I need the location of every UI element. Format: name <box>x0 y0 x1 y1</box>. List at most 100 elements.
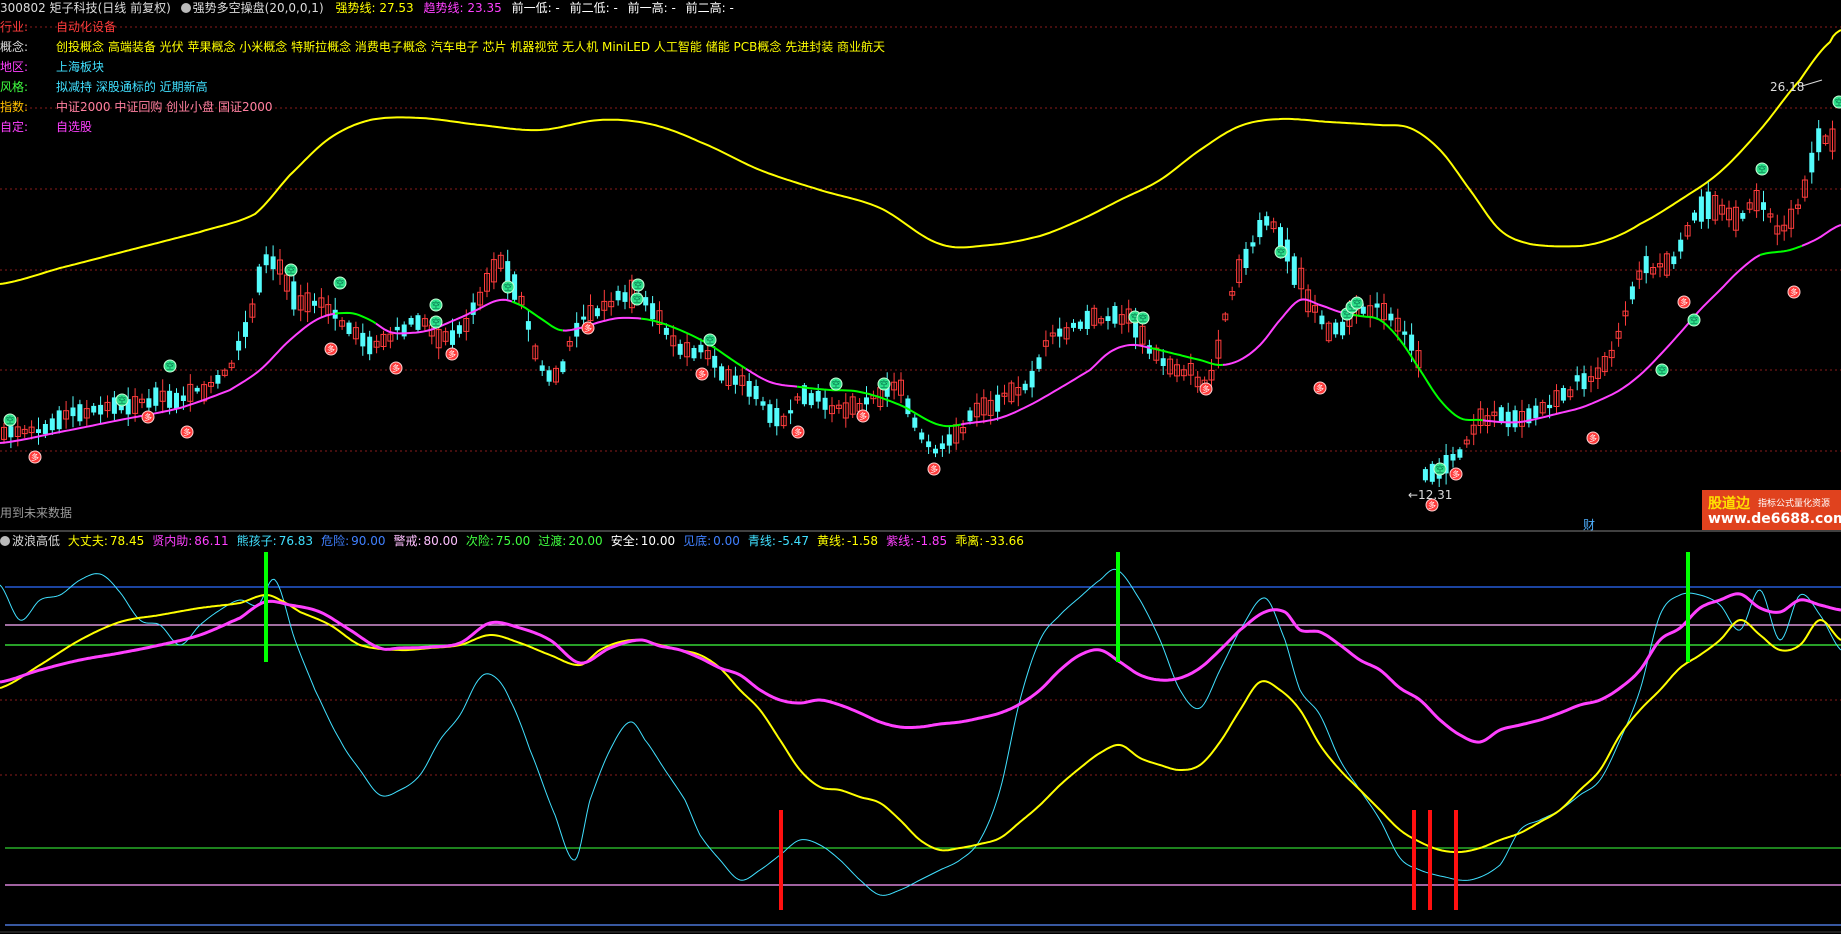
candle <box>774 398 780 436</box>
candle <box>704 343 711 366</box>
candle <box>1761 190 1766 222</box>
low-price-label: ←12.31 <box>1408 488 1452 502</box>
sell-signal-icon: 空 <box>115 393 129 407</box>
candle <box>1505 402 1511 437</box>
candle <box>1781 215 1788 241</box>
candle-body <box>698 344 704 353</box>
candle-body <box>408 318 414 325</box>
candle-body <box>394 326 400 331</box>
candle <box>794 393 801 404</box>
indicator-item: 见底: 0.00 <box>683 534 744 548</box>
candle <box>1450 446 1456 468</box>
candle <box>77 399 83 426</box>
candle <box>546 366 552 386</box>
buy-signal-glyph: 多 <box>183 427 191 437</box>
candle <box>622 284 628 310</box>
strong-line-path <box>0 29 1841 285</box>
candle-body <box>864 397 869 405</box>
candle <box>139 393 145 409</box>
sell-signal-icon: 空 <box>284 263 298 277</box>
buy-signal-icon: 多 <box>1787 285 1801 299</box>
sell-signal-glyph: 空 <box>1353 298 1361 308</box>
candle <box>788 399 794 425</box>
candle-body <box>1457 449 1463 458</box>
indicator-item-value: 80.00 <box>423 534 458 548</box>
indicator-values: 大丈夫: 78.45 贤内助: 86.11 熊孩子: 76.83 危险: 90.00 警戒: 80… <box>68 534 1032 548</box>
indicator-item: 过渡: 20.00 <box>538 534 606 548</box>
indicator-item: 黄线: -1.58 <box>817 534 882 548</box>
candle <box>780 413 787 429</box>
candle <box>1325 321 1332 343</box>
candle <box>1071 319 1076 332</box>
sell-signal-icon: 空 <box>703 333 717 347</box>
yellow-line <box>0 594 1841 854</box>
candle <box>643 290 649 312</box>
candle <box>236 331 242 361</box>
candle <box>594 305 600 319</box>
chart-canvas[interactable]: 空空空空空空空空空空空空 空空 空空空空空空空空空空多多多多多多多多多多多多 多多多多… <box>0 0 1841 934</box>
candle-body <box>215 375 221 384</box>
candle <box>1022 380 1028 394</box>
sell-signal-icon: 空 <box>429 315 443 329</box>
candle <box>1422 466 1428 483</box>
candle <box>1463 436 1470 448</box>
candle <box>1671 251 1677 269</box>
sell-signal-icon: 空 <box>333 276 347 290</box>
candle <box>1001 384 1008 405</box>
price-annotations: 26.18 ←12.31 <box>1408 79 1823 502</box>
indicator-menu-icon[interactable] <box>0 536 10 546</box>
candle <box>566 336 573 352</box>
candle-body <box>291 281 297 310</box>
candle-body <box>1036 357 1042 369</box>
candle <box>835 400 842 414</box>
candle <box>98 396 104 423</box>
candle-body <box>1816 128 1822 153</box>
sell-signal-glyph: 空 <box>336 278 344 288</box>
candle <box>1029 360 1035 398</box>
indicator-name[interactable]: 强势多空操盘(20,0,0,1) <box>193 1 324 15</box>
finance-badge[interactable]: 财 <box>1583 516 1595 533</box>
candle <box>125 387 131 426</box>
buy-signal-glyph: 多 <box>584 323 592 333</box>
candle <box>1 422 7 444</box>
candle <box>1809 141 1815 184</box>
candle <box>1829 120 1836 160</box>
candle <box>905 395 911 418</box>
candle <box>256 263 262 296</box>
indicator-item-label: 次险: <box>465 534 494 548</box>
candle <box>1250 235 1256 254</box>
indicator-item-value: -1.85 <box>916 534 948 548</box>
sell-signal-glyph: 空 <box>1690 315 1698 325</box>
candle <box>21 425 28 438</box>
candle <box>995 385 1001 421</box>
sell-signal-icon: 空 <box>631 278 645 292</box>
candle <box>677 339 683 360</box>
candle-body <box>1560 388 1566 401</box>
candle <box>1084 304 1090 335</box>
trend-line-green <box>1345 312 1484 422</box>
info-key: 风格: <box>0 80 29 94</box>
buy-signal-glyph: 多 <box>1202 384 1210 394</box>
buy-signal-glyph: 多 <box>794 427 802 437</box>
candle-body <box>677 343 683 355</box>
buy-signal-icon: 多 <box>1449 467 1463 481</box>
magenta-line <box>0 592 1841 744</box>
indicator-item: 安全: 10.00 <box>611 534 679 548</box>
candle-body <box>1533 405 1539 418</box>
candle <box>912 414 918 432</box>
candle <box>1719 198 1726 221</box>
trend-line-green <box>511 300 564 332</box>
candle <box>1822 133 1829 146</box>
candle-body <box>691 348 697 359</box>
candle <box>49 413 55 435</box>
buy-signal-glyph: 多 <box>448 349 456 359</box>
candle-body <box>1581 373 1587 390</box>
indicator-panel-name[interactable]: 波浪高低 <box>12 534 60 548</box>
indicator-item-label: 大丈夫: <box>67 534 108 548</box>
candle <box>753 379 759 406</box>
cyan-line <box>0 568 1841 896</box>
candle <box>1402 320 1408 346</box>
stock-title[interactable]: 300802 矩子科技(日线 前复权) <box>0 1 171 15</box>
indicator-menu-icon[interactable] <box>180 3 191 13</box>
future-data-note: 用到未来数据 <box>0 506 73 520</box>
